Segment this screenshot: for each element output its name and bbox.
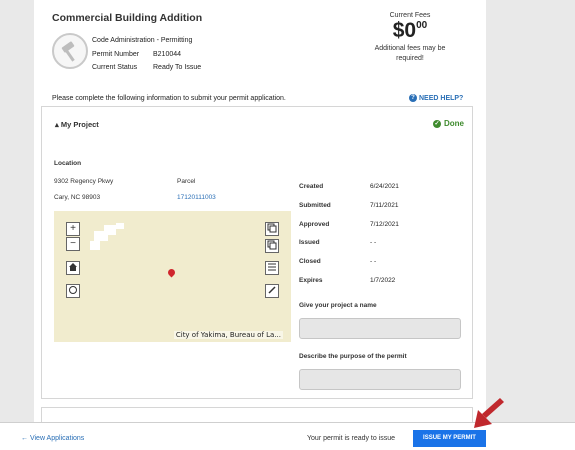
- need-help-label: NEED HELP?: [419, 94, 464, 102]
- check-circle-icon: ✓: [433, 119, 441, 128]
- my-project-heading: My Project: [60, 120, 99, 129]
- home-icon: [69, 263, 77, 271]
- date-label: Submitted: [299, 201, 331, 209]
- purpose-label: Describe the purpose of the permit: [299, 353, 407, 360]
- zoom-in-button[interactable]: +: [66, 222, 80, 236]
- fees-dollars: $0: [392, 19, 417, 42]
- home-button[interactable]: [66, 261, 80, 275]
- layers-button[interactable]: [265, 222, 279, 236]
- date-value: 6/24/2021: [370, 183, 399, 190]
- status-label: Current Status: [92, 64, 138, 71]
- date-row: Issued - -: [299, 234, 399, 253]
- status-value: Ready To Issue: [153, 64, 202, 71]
- arrow-left-icon: ←: [21, 435, 28, 442]
- project-name-label: Give your project a name: [299, 302, 377, 309]
- zoom-out-button[interactable]: −: [66, 237, 80, 251]
- fees-cents: 00: [416, 20, 428, 31]
- parcel-label: Parcel: [177, 178, 196, 185]
- copy-layers-icon: [267, 223, 277, 233]
- pencil-icon: [268, 286, 276, 294]
- locate-icon: [69, 286, 77, 294]
- map-parcel-shape: [90, 241, 100, 250]
- location-label: Location: [54, 160, 82, 167]
- stacked-maps-icon: [267, 240, 277, 250]
- view-applications-link[interactable]: ← View Applications: [21, 435, 84, 442]
- hammer-icon: [52, 33, 88, 69]
- permit-dates: Created 6/24/2021 Submitted 7/11/2021 Appr…: [299, 178, 399, 291]
- date-row: Approved 7/12/2021: [299, 216, 399, 235]
- address-line2: Cary, NC 98903: [54, 194, 101, 201]
- date-label: Issued: [299, 239, 320, 247]
- date-value: 1/7/2022: [370, 276, 396, 284]
- date-label: Expires: [299, 276, 323, 284]
- permit-number-value: B210044: [153, 50, 182, 58]
- permit-info: Code Administration - Permitting Permit …: [92, 34, 201, 75]
- help-icon: ?: [409, 94, 417, 102]
- locate-button[interactable]: [66, 284, 80, 298]
- department-name: Code Administration - Permitting: [92, 37, 193, 44]
- date-row: Created 6/24/2021: [299, 178, 399, 197]
- instructions-text: Please complete the following informatio…: [52, 95, 286, 102]
- map-parcel-shape: [116, 223, 124, 229]
- parcel-link[interactable]: 17120111003: [177, 194, 216, 201]
- location-map[interactable]: + − City of Yakima, Bureau of La...: [54, 211, 291, 342]
- project-name-input[interactable]: [299, 318, 461, 339]
- permit-number-label: Permit Number: [92, 50, 140, 58]
- need-help-link[interactable]: ? NEED HELP?: [409, 94, 463, 102]
- ready-message: Your permit is ready to issue: [307, 435, 396, 442]
- date-value: - -: [370, 258, 377, 266]
- date-row: Expires 1/7/2022: [299, 272, 399, 291]
- pointer-arrow-icon: [474, 398, 504, 428]
- draw-button[interactable]: [265, 284, 279, 298]
- fees-label: Current Fees: [389, 12, 431, 19]
- purpose-input[interactable]: [299, 369, 461, 390]
- location-pin-icon: [166, 267, 177, 278]
- date-label: Approved: [299, 220, 330, 228]
- basemap-button[interactable]: [265, 239, 279, 253]
- view-applications-label: View Applications: [29, 435, 85, 442]
- date-row: Closed - -: [299, 253, 399, 272]
- date-label: Closed: [299, 258, 321, 266]
- permit-panel: Commercial Building Addition Code Admini…: [34, 0, 486, 422]
- date-value: 7/11/2021: [370, 201, 399, 209]
- collapse-arrow-icon: ▴: [55, 120, 59, 129]
- legend-button[interactable]: [265, 261, 279, 275]
- date-row: Submitted 7/11/2021: [299, 197, 399, 216]
- my-project-section: ▴ My Project ✓ Done Location 9302 Regenc…: [41, 106, 473, 399]
- fees-summary: Current Fees $000 Additional fees may be…: [364, 12, 456, 64]
- date-value: - -: [370, 239, 377, 247]
- list-icon: [268, 263, 276, 271]
- done-badge: ✓ Done: [433, 119, 464, 128]
- fees-amount: $000: [364, 20, 456, 42]
- date-value: 7/12/2021: [370, 220, 399, 228]
- fees-note: Additional fees may be required!: [374, 45, 446, 62]
- address-line1: 9302 Regency Pkwy: [54, 178, 114, 185]
- map-parcel-shape: [104, 225, 116, 235]
- page-title: Commercial Building Addition: [52, 12, 203, 24]
- issue-permit-button[interactable]: ISSUE MY PERMIT: [413, 430, 486, 447]
- date-label: Created: [299, 183, 324, 190]
- map-attribution: City of Yakima, Bureau of La...: [173, 331, 283, 339]
- next-section-box: [41, 407, 473, 422]
- done-label: Done: [444, 119, 464, 128]
- my-project-toggle[interactable]: ▴ My Project: [55, 120, 99, 129]
